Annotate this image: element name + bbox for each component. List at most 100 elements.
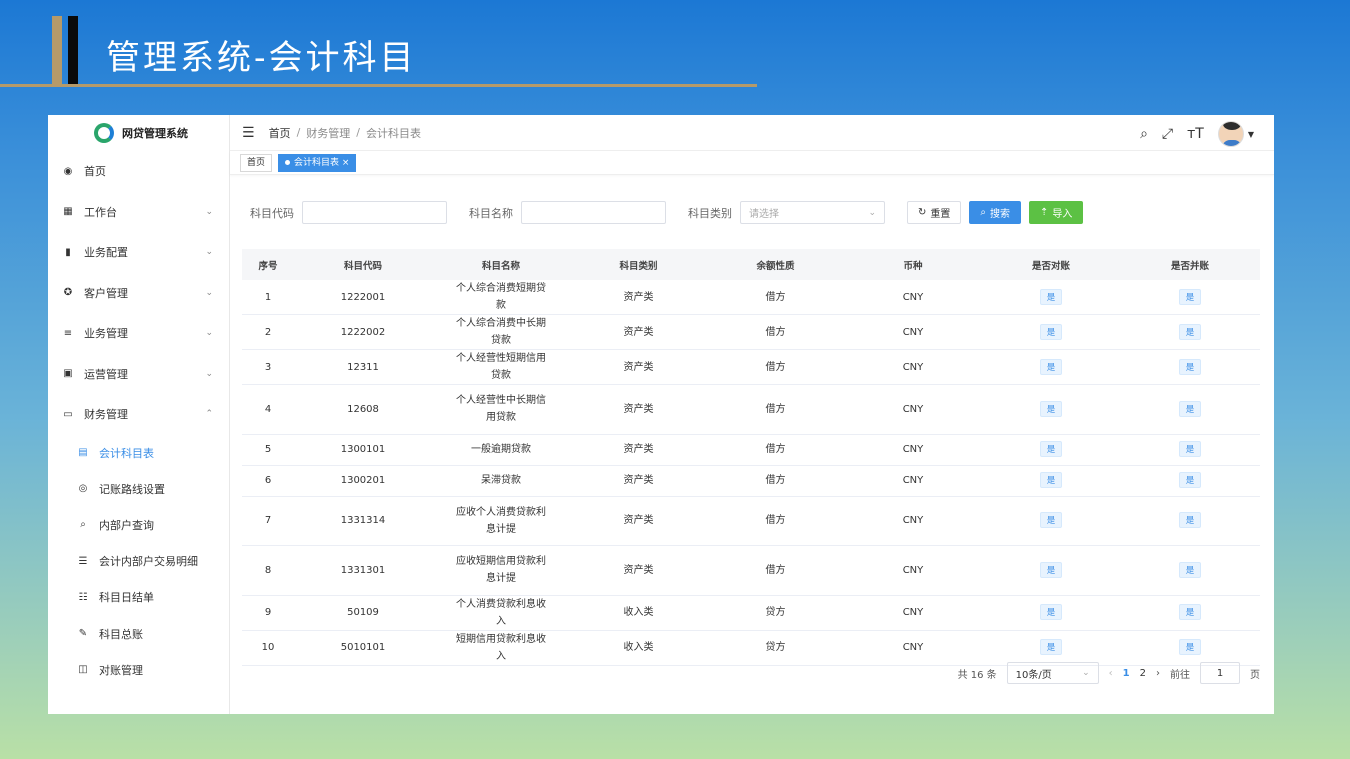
sidebar-subitem[interactable]: ◎ 记账路线设置 xyxy=(48,471,229,507)
table-row[interactable]: 2 1222002 个人综合消费中长期贷款 资产类 借方 CNY 是 是 xyxy=(242,314,1260,350)
cell-name: 个人综合消费中长期贷款 xyxy=(432,314,570,350)
next-page-icon[interactable]: › xyxy=(1156,668,1160,679)
search-icon[interactable]: ⌕ xyxy=(1140,126,1148,142)
sidebar-subitem-label: 内部户查询 xyxy=(99,518,154,532)
jump-input[interactable]: 1 xyxy=(1200,662,1240,684)
cell-code: 5010101 xyxy=(294,630,432,666)
cell-currency: CNY xyxy=(844,434,982,466)
caret-down-icon[interactable]: ▼ xyxy=(1248,130,1254,139)
sidebar-item[interactable]: ▣ 运营管理 ⌄ xyxy=(48,354,229,395)
book-icon: ▮ xyxy=(65,246,71,258)
search-button[interactable]: ⌕ 搜索 xyxy=(969,201,1021,224)
cell-idx: 5 xyxy=(242,434,294,466)
status-badge: 是 xyxy=(1178,604,1202,620)
breadcrumb-home[interactable]: 首页 xyxy=(269,125,291,141)
topbar-actions: ⌕ ⤢ ᴛT ▼ xyxy=(1140,121,1254,147)
sliders-icon: ≡ xyxy=(63,327,73,339)
page-1[interactable]: 1 xyxy=(1123,668,1130,679)
cell-merge: 是 xyxy=(1120,595,1260,631)
column-header: 币种 xyxy=(903,260,923,272)
cell-nature: 借方 xyxy=(707,496,844,546)
close-icon[interactable]: × xyxy=(342,158,350,168)
copy-icon: ▣ xyxy=(63,368,73,380)
avatar[interactable] xyxy=(1217,121,1244,147)
sidebar-subitem-label: 记账路线设置 xyxy=(99,482,165,496)
type-select[interactable]: 请选择 ⌄ xyxy=(740,201,885,224)
cell-merge: 是 xyxy=(1120,496,1260,546)
table-row[interactable]: 1 1222001 个人综合消费短期贷款 资产类 借方 CNY 是 是 xyxy=(242,280,1260,315)
status-badge: 是 xyxy=(1039,472,1063,488)
cell-code: 1222002 xyxy=(294,314,432,350)
font-size-icon[interactable]: ᴛT xyxy=(1187,126,1204,142)
sidebar-subitem[interactable]: ▤ 会计科目表 xyxy=(48,435,229,471)
tag-home[interactable]: 首页 xyxy=(240,153,273,172)
cell-type: 收入类 xyxy=(570,630,707,666)
sidebar-item[interactable]: ✪ 客户管理 ⌄ xyxy=(48,273,229,314)
breadcrumb-finance[interactable]: 财务管理 xyxy=(306,125,350,141)
reset-button[interactable]: ↻ 重置 xyxy=(907,201,962,224)
page-2[interactable]: 2 xyxy=(1140,668,1146,679)
cell-type: 资产类 xyxy=(570,545,707,596)
table-row[interactable]: 8 1331301 应收短期信用贷款利息计提 资产类 借方 CNY 是 是 xyxy=(242,545,1260,596)
cell-nature: 贷方 xyxy=(707,595,844,631)
table-row[interactable]: 10 5010101 短期信用贷款利息收入 收入类 贷方 CNY 是 是 xyxy=(242,630,1260,666)
sidebar-subitem[interactable]: ⌕ 内部户查询 xyxy=(48,507,229,543)
page-size-select[interactable]: 10条/页 ⌄ xyxy=(1006,662,1099,684)
table-row[interactable]: 9 50109 个人消费贷款利息收入 收入类 贷方 CNY 是 是 xyxy=(242,595,1260,631)
cell-type: 资产类 xyxy=(570,384,707,435)
logo[interactable]: 网贷管理系统 xyxy=(48,115,229,151)
type-select-placeholder: 请选择 xyxy=(749,209,779,220)
list-ol-icon: ☷ xyxy=(78,591,88,603)
import-button[interactable]: ⇡ 导入 xyxy=(1029,201,1084,224)
cell-reconcile: 是 xyxy=(982,280,1120,315)
breadcrumb-separator: / xyxy=(356,126,360,139)
tag-active[interactable]: 会计科目表 × xyxy=(278,153,357,172)
status-badge: 是 xyxy=(1039,358,1063,375)
sidebar-subitem[interactable]: ☷ 科目日结单 xyxy=(48,579,229,615)
prev-page-icon[interactable]: ‹ xyxy=(1109,668,1113,679)
fullscreen-icon[interactable]: ⤢ xyxy=(1162,126,1173,142)
cell-merge: 是 xyxy=(1120,630,1260,666)
status-badge: 是 xyxy=(1178,288,1202,305)
sidebar-item-label: 业务管理 xyxy=(84,327,128,341)
tags-bar: 首页 会计科目表 × xyxy=(230,151,1274,175)
sidebar-subitem[interactable]: ☰ 会计内部户交易明细 xyxy=(48,543,229,579)
sidebar-subitem[interactable]: ◫ 对账管理 xyxy=(48,652,229,688)
refresh-icon: ↻ xyxy=(918,207,927,218)
cell-name: 个人经营性短期信用贷款 xyxy=(432,349,570,385)
status-badge: 是 xyxy=(1039,512,1063,529)
column-header: 序号 xyxy=(258,260,278,272)
sidebar-item[interactable]: ◉ 首页 xyxy=(48,151,229,192)
cell-code: 1300101 xyxy=(294,434,432,466)
sidebar-item[interactable]: ▦ 工作台 ⌄ xyxy=(48,192,229,233)
table-row[interactable]: 7 1331314 应收个人消费贷款利息计提 资产类 借方 CNY 是 是 xyxy=(242,496,1260,546)
hamburger-icon[interactable]: ☰ xyxy=(242,125,255,141)
reset-label: 重置 xyxy=(930,209,951,220)
sidebar-subitem[interactable]: ✎ 科目总账 xyxy=(48,615,229,651)
sidebar-item[interactable]: ≡ 业务管理 ⌄ xyxy=(48,313,229,354)
code-label: 科目代码 xyxy=(250,206,294,220)
code-input[interactable] xyxy=(302,201,447,224)
breadcrumb-separator: / xyxy=(296,126,301,139)
status-badge: 是 xyxy=(1178,512,1202,529)
cell-type: 收入类 xyxy=(570,595,707,631)
sidebar-item[interactable]: ▮ 业务配置 ⌄ xyxy=(48,232,229,273)
slide-title: 管理系统-会计科目 xyxy=(106,38,417,78)
cell-idx: 9 xyxy=(242,595,294,631)
table-row[interactable]: 3 12311 个人经营性短期信用贷款 资产类 借方 CNY 是 是 xyxy=(242,349,1260,385)
cell-idx: 3 xyxy=(242,349,294,385)
table-header: 序号 科目代码 科目名称 科目类别 余额性质 币种 是否对账 是否并账 xyxy=(242,249,1260,280)
status-badge: 是 xyxy=(1039,288,1063,305)
sidebar-item[interactable]: ▭ 财务管理 ⌃ xyxy=(48,394,229,435)
table-row[interactable]: 5 1300101 一般逾期贷款 资产类 借方 CNY 是 是 xyxy=(242,434,1260,466)
cell-reconcile: 是 xyxy=(982,595,1120,631)
sidebar: 网贷管理系统 ◉ 首页 ▦ 工作台 ⌄ ▮ 业务配置 ⌄ ✪ 客户管理 ⌄ ≡ 业务管理 ⌄ ▣ 运营管理 ⌄ ▭… xyxy=(48,115,230,714)
list-icon: ▤ xyxy=(78,447,88,459)
dashboard-icon: ◉ xyxy=(63,165,73,177)
table-row[interactable]: 6 1300201 呆滞贷款 资产类 借方 CNY 是 是 xyxy=(242,465,1260,497)
name-input[interactable] xyxy=(521,201,666,224)
table-row[interactable]: 4 12608 个人经营性中长期信用贷款 资产类 借方 CNY 是 是 xyxy=(242,384,1260,435)
cell-currency: CNY xyxy=(844,595,982,631)
logo-icon xyxy=(94,123,114,143)
chevron-icon: ⌃ xyxy=(205,409,213,420)
